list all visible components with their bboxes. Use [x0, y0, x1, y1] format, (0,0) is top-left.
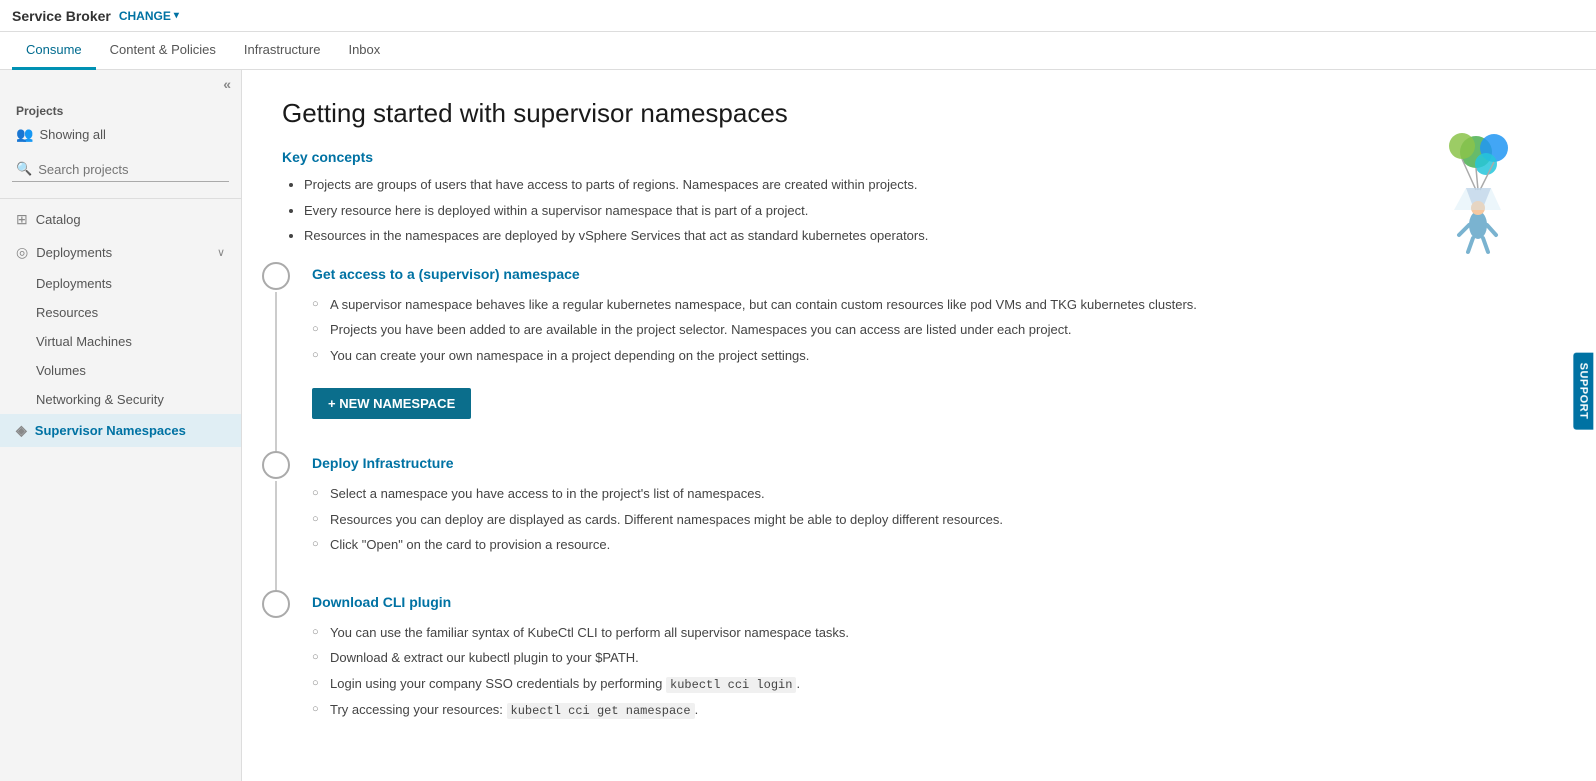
- step-1-list: A supervisor namespace behaves like a re…: [312, 292, 1556, 369]
- key-concepts-heading: Key concepts: [282, 149, 1556, 165]
- step-2-line: [275, 481, 277, 594]
- users-icon: 👥: [16, 126, 33, 143]
- tab-infrastructure[interactable]: Infrastructure: [230, 32, 335, 70]
- list-item: A supervisor namespace behaves like a re…: [312, 292, 1556, 318]
- page-title: Getting started with supervisor namespac…: [282, 98, 1082, 129]
- top-bar: Service Broker CHANGE ▾: [0, 0, 1596, 32]
- list-item: Download & extract our kubectl plugin to…: [312, 645, 1556, 671]
- step-1-line: [275, 292, 277, 456]
- step-3-title: Download CLI plugin: [312, 594, 1556, 610]
- list-item: Login using your company SSO credentials…: [312, 671, 1556, 697]
- support-tab[interactable]: SUPPORT: [1574, 352, 1594, 429]
- sidebar-sub-item-deployments[interactable]: Deployments: [0, 269, 241, 298]
- illustration: [1416, 130, 1536, 260]
- deployments-icon: ◎: [16, 244, 28, 261]
- list-item: Resources you can deploy are displayed a…: [312, 507, 1556, 533]
- sidebar-sub-item-resources[interactable]: Resources: [0, 298, 241, 327]
- list-item: Try accessing your resources: kubectl cc…: [312, 697, 1556, 723]
- chevron-down-icon: ▾: [174, 10, 179, 21]
- layout: « Projects 👥 Showing all 🔍 ⊞ Catalog ◎ D…: [0, 70, 1596, 781]
- search-box[interactable]: 🔍: [12, 157, 229, 182]
- step-3: Download CLI plugin You can use the fami…: [312, 594, 1556, 723]
- list-item: Projects are groups of users that have a…: [304, 175, 1556, 195]
- step-3-list: You can use the familiar syntax of KubeC…: [312, 620, 1556, 723]
- search-input[interactable]: [38, 162, 225, 177]
- search-icon: 🔍: [16, 161, 32, 177]
- list-item: Projects you have been added to are avai…: [312, 317, 1556, 343]
- nav-tabs: Consume Content & Policies Infrastructur…: [0, 32, 1596, 70]
- tab-content-policies[interactable]: Content & Policies: [96, 32, 230, 70]
- key-concepts-section: Key concepts Projects are groups of user…: [282, 149, 1556, 246]
- sidebar-item-supervisor-namespaces[interactable]: ◈ Supervisor Namespaces: [0, 414, 241, 447]
- list-item: Resources in the namespaces are deployed…: [304, 226, 1556, 246]
- sidebar-item-catalog[interactable]: ⊞ Catalog: [0, 203, 241, 236]
- step-2-circle: [262, 451, 290, 479]
- list-item: You can use the familiar syntax of KubeC…: [312, 620, 1556, 646]
- catalog-icon: ⊞: [16, 211, 28, 228]
- step-1-circle: [262, 262, 290, 290]
- list-item: You can create your own namespace in a p…: [312, 343, 1556, 369]
- list-item: Select a namespace you have access to in…: [312, 481, 1556, 507]
- supervisor-ns-icon: ◈: [16, 422, 27, 439]
- tab-consume[interactable]: Consume: [12, 32, 96, 70]
- step-2-list: Select a namespace you have access to in…: [312, 481, 1556, 558]
- list-item: Every resource here is deployed within a…: [304, 201, 1556, 221]
- new-namespace-button[interactable]: + NEW NAMESPACE: [312, 388, 471, 419]
- steps-container: Get access to a (supervisor) namespace A…: [282, 266, 1556, 723]
- sidebar-sub-item-networking[interactable]: Networking & Security: [0, 385, 241, 414]
- chevron-down-icon: ∨: [217, 246, 225, 259]
- step-2: Deploy Infrastructure Select a namespace…: [312, 455, 1556, 558]
- step-3-circle: [262, 590, 290, 618]
- sidebar-sub-item-volumes[interactable]: Volumes: [0, 356, 241, 385]
- list-item: Click "Open" on the card to provision a …: [312, 532, 1556, 558]
- sidebar-sub-item-vms[interactable]: Virtual Machines: [0, 327, 241, 356]
- sidebar-divider: [0, 198, 241, 199]
- showing-all-item[interactable]: 👥 Showing all: [0, 122, 241, 151]
- key-concepts-list: Projects are groups of users that have a…: [282, 175, 1556, 246]
- tab-inbox[interactable]: Inbox: [334, 32, 394, 70]
- step-1-title: Get access to a (supervisor) namespace: [312, 266, 1556, 282]
- app-title: Service Broker: [12, 8, 111, 24]
- step-1: Get access to a (supervisor) namespace A…: [312, 266, 1556, 420]
- step-2-title: Deploy Infrastructure: [312, 455, 1556, 471]
- projects-label: Projects: [0, 98, 241, 122]
- collapse-sidebar-button[interactable]: «: [0, 70, 241, 98]
- sidebar-item-deployments[interactable]: ◎ Deployments ∨: [0, 236, 241, 269]
- main-content: Getting started with supervisor namespac…: [242, 70, 1596, 781]
- sidebar: « Projects 👥 Showing all 🔍 ⊞ Catalog ◎ D…: [0, 70, 242, 781]
- change-button[interactable]: CHANGE ▾: [119, 9, 179, 23]
